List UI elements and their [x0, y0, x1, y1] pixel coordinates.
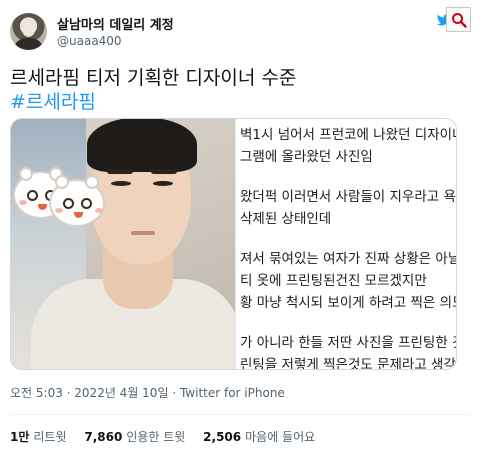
photo-eye: [153, 181, 173, 186]
tweet-card: 살남마의 데일리 계정 @uaaa400 르세라핌 티저 기획한 디자이너 수준…: [0, 0, 480, 461]
search-icon: [452, 13, 467, 28]
text-line: 가 아니라 한들 저딴 사진을 프린팅한 것도: [240, 335, 457, 351]
avatar[interactable]: [10, 13, 47, 50]
quotes-count: 7,860: [84, 430, 123, 444]
photo-selfie[interactable]: [11, 119, 235, 369]
photo-text-screenshot[interactable]: 벽1시 넘어서 프런코에 나왔던 디자이너 그램에 올라왔던 사진임 왔더퍽 이…: [235, 119, 457, 369]
author-handle[interactable]: @uaaa400: [57, 34, 122, 48]
text-line: 삭제된 상태인데: [240, 211, 332, 227]
text-line: 린팅을 저렇게 찍은것도 문제라고 생각함: [240, 357, 457, 369]
hashtag-link[interactable]: #르세라핌: [10, 90, 96, 115]
tweet-stats: 1만 리트윗 7,860 인용한 트윗 2,506 마음에 들어요: [10, 428, 329, 445]
likes-count: 2,506: [203, 430, 242, 444]
retweets-label: 리트윗: [33, 430, 67, 444]
likes-label: 마음에 들어요: [245, 430, 316, 444]
text-line: 벽1시 넘어서 프런코에 나왔던 디자이너: [240, 127, 457, 143]
likes-stat[interactable]: 2,506 마음에 들어요: [203, 428, 315, 445]
divider: [10, 414, 470, 415]
text-line: 티 옷에 프린팅된건진 모르겠지만: [240, 273, 427, 289]
text-line: 왔더퍽 이러면서 사람들이 지우라고 욕해: [240, 189, 457, 205]
tweet-text: 르세라핌 티저 기획한 디자이너 수준: [10, 67, 297, 89]
text-line: 져서 묶여있는 여자가 진짜 상황은 아닐테: [240, 251, 457, 267]
photo-brow: [151, 169, 177, 174]
media-carousel[interactable]: 벽1시 넘어서 프런코에 나왔던 디자이너 그램에 올라왔던 사진임 왔더퍽 이…: [10, 118, 457, 370]
photo-hair: [87, 119, 197, 172]
avatar-body: [15, 38, 42, 50]
retweets-count: 1만: [10, 430, 30, 444]
bear-sticker-icon: [49, 175, 105, 227]
search-button[interactable]: [446, 7, 471, 32]
tweet-meta: 오전 5:03 · 2022년 4월 10일 · Twitter for iPh…: [10, 384, 285, 401]
photo-mouth: [131, 231, 155, 235]
photo-brow: [107, 169, 133, 174]
meta-separator: ·: [172, 386, 180, 400]
tweet-timestamp[interactable]: 오전 5:03 · 2022년 4월 10일: [10, 386, 168, 400]
retweets-stat[interactable]: 1만 리트윗: [10, 428, 67, 445]
text-line: 그램에 올라왔던 사진임: [240, 149, 373, 165]
photo-eye: [111, 181, 131, 186]
text-line: 황 마냥 척시되 보이게 하려고 찍은 의도도: [240, 295, 457, 311]
quotes-label: 인용한 트윗: [126, 430, 186, 444]
avatar-face: [22, 22, 35, 37]
tweet-source[interactable]: Twitter for iPhone: [180, 386, 285, 400]
author-display-name[interactable]: 살남마의 데일리 계정: [57, 14, 174, 33]
quotes-stat[interactable]: 7,860 인용한 트윗: [84, 428, 185, 445]
